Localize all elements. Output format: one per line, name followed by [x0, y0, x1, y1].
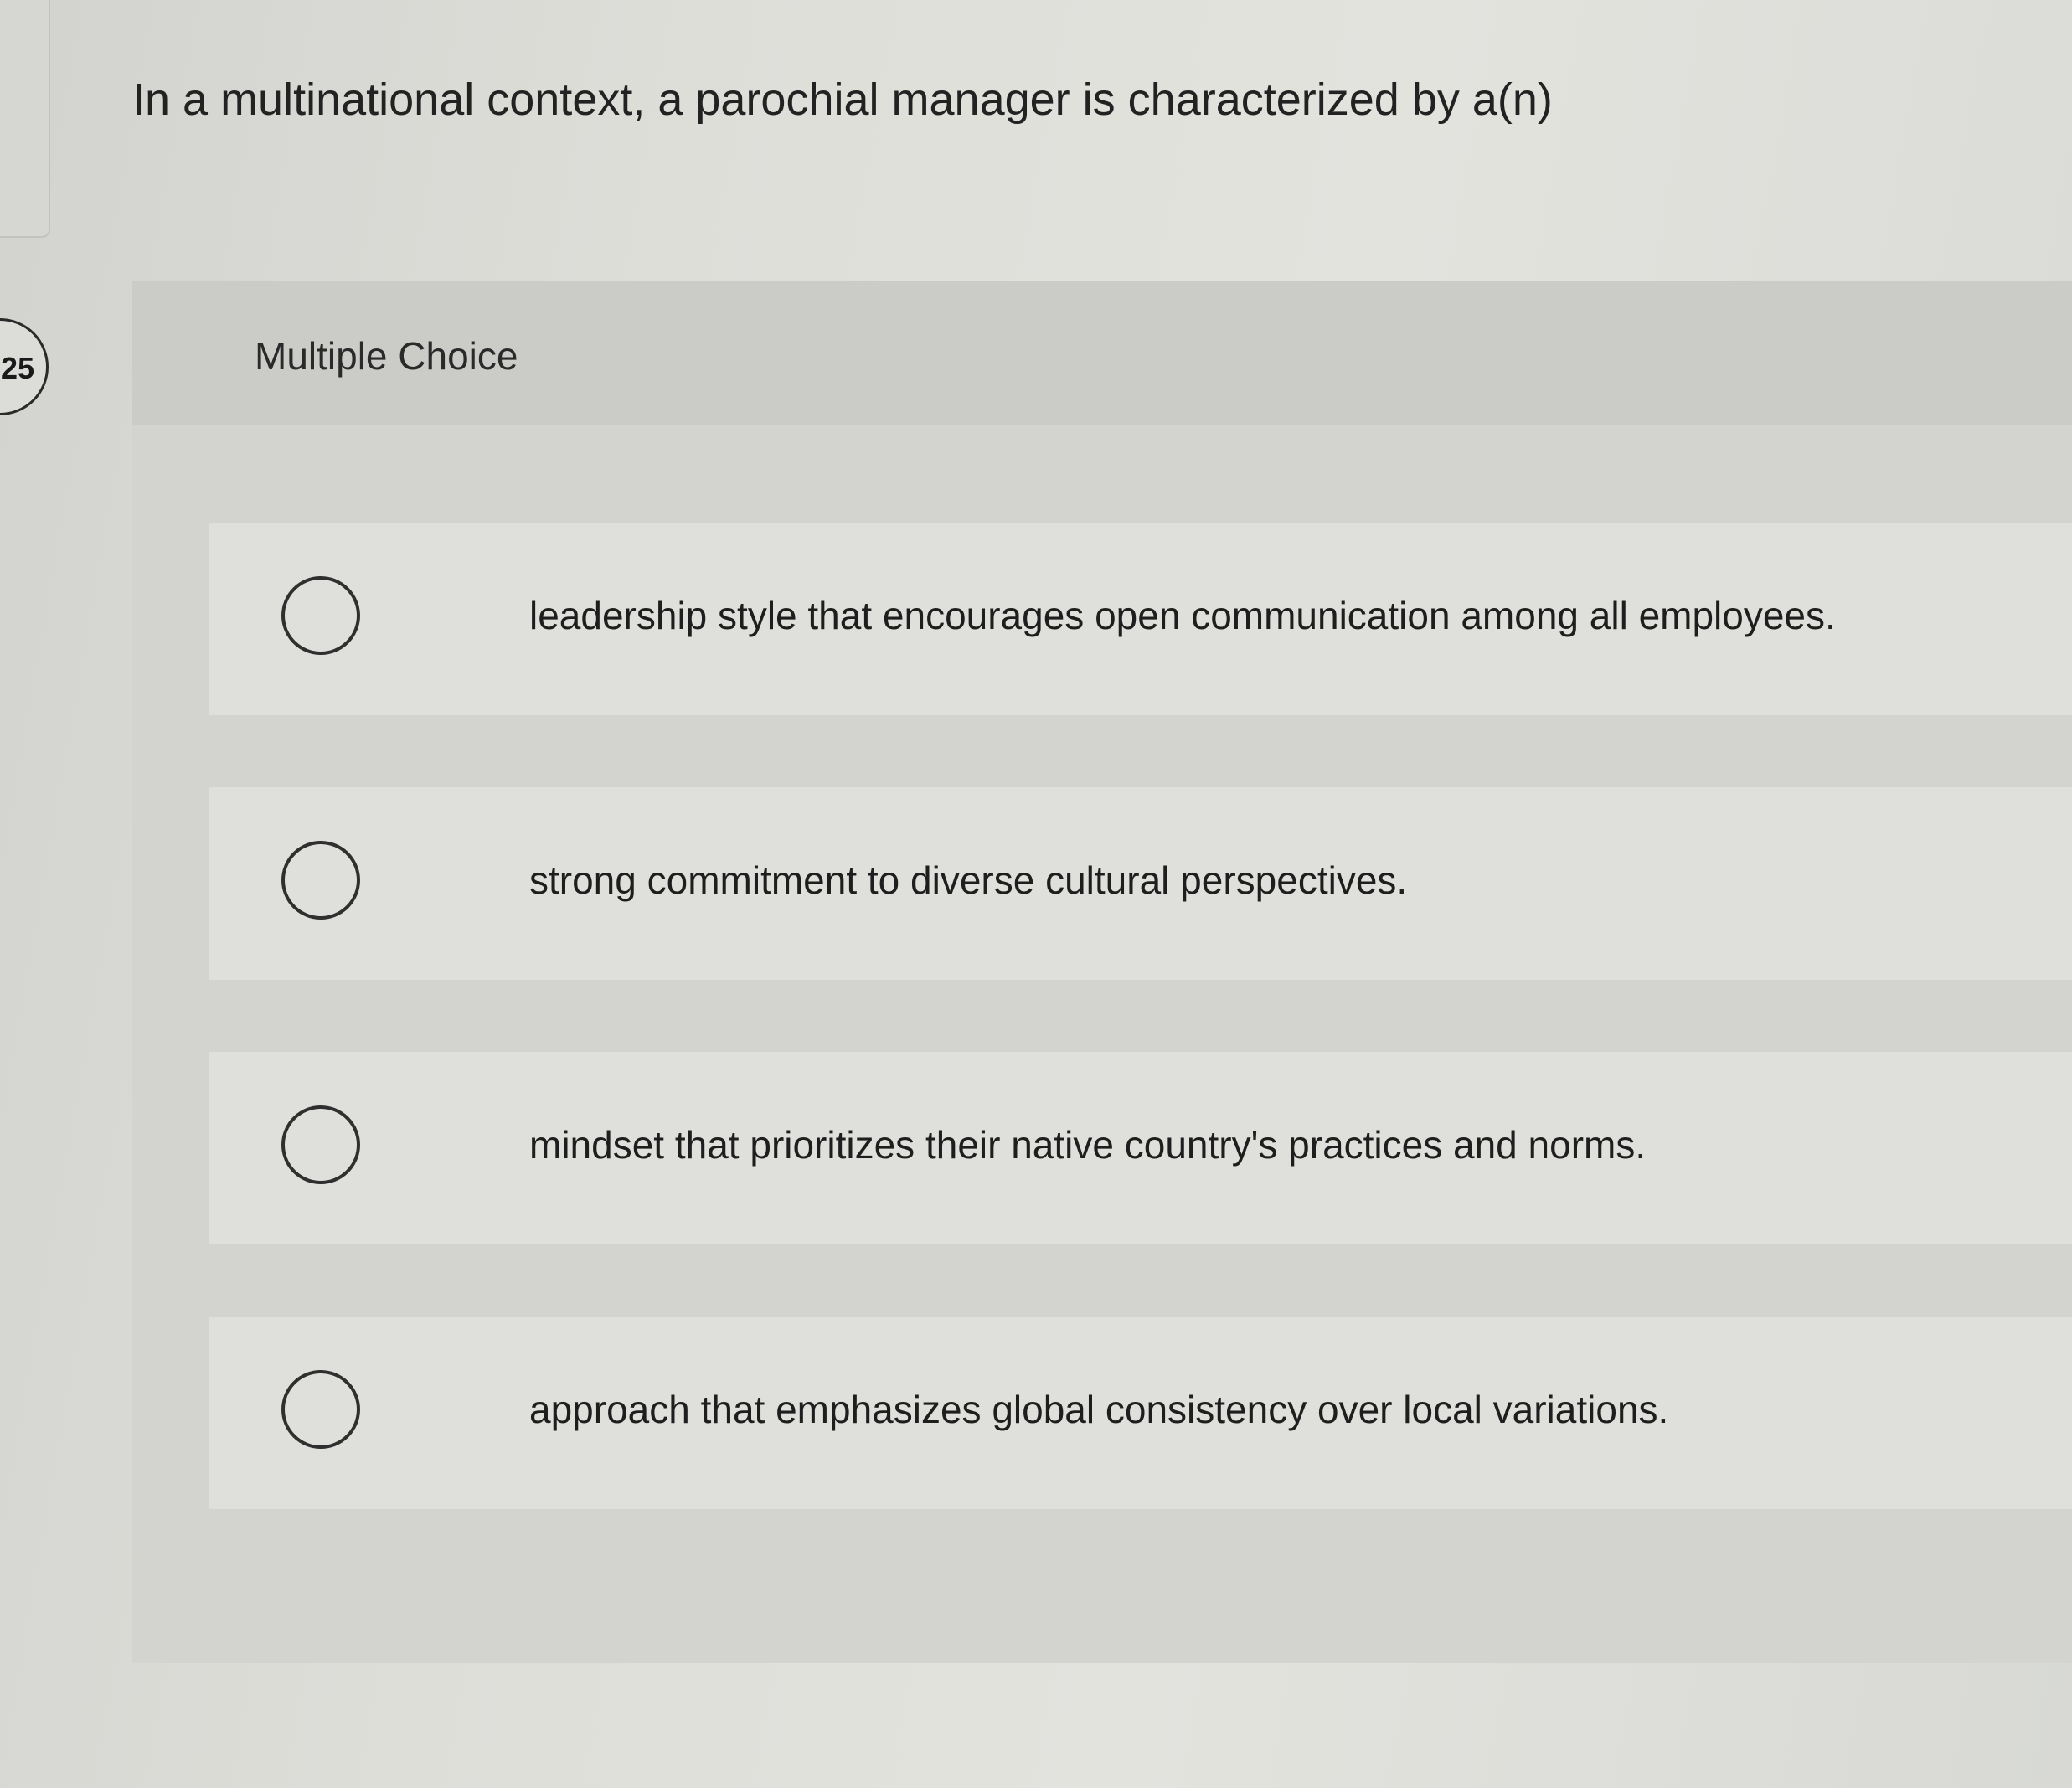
- answer-option-label[interactable]: leadership style that encourages open co…: [529, 593, 1836, 638]
- radio-button[interactable]: [281, 1370, 360, 1449]
- panel-header: Multiple Choice: [132, 281, 2072, 425]
- answer-option-label[interactable]: strong commitment to diverse cultural pe…: [529, 858, 1407, 903]
- answer-option[interactable]: mindset that prioritizes their native co…: [209, 1052, 2072, 1244]
- question-type-label: Multiple Choice: [255, 334, 518, 378]
- question-number: 25: [1, 351, 35, 385]
- answer-option-label[interactable]: mindset that prioritizes their native co…: [529, 1122, 1646, 1167]
- radio-button[interactable]: [281, 1105, 360, 1184]
- radio-button[interactable]: [281, 576, 360, 655]
- left-rail: [0, 0, 50, 238]
- answer-panel: Multiple Choice leadership style that en…: [132, 281, 2072, 1663]
- question-prompt: In a multinational context, a parochial …: [132, 75, 1553, 125]
- answer-option[interactable]: approach that emphasizes global consiste…: [209, 1317, 2072, 1509]
- answer-option-label[interactable]: approach that emphasizes global consiste…: [529, 1387, 1668, 1432]
- answer-option[interactable]: leadership style that encourages open co…: [209, 523, 2072, 715]
- question-number-badge[interactable]: 25: [0, 318, 49, 415]
- radio-button[interactable]: [281, 841, 360, 920]
- answer-option[interactable]: strong commitment to diverse cultural pe…: [209, 787, 2072, 980]
